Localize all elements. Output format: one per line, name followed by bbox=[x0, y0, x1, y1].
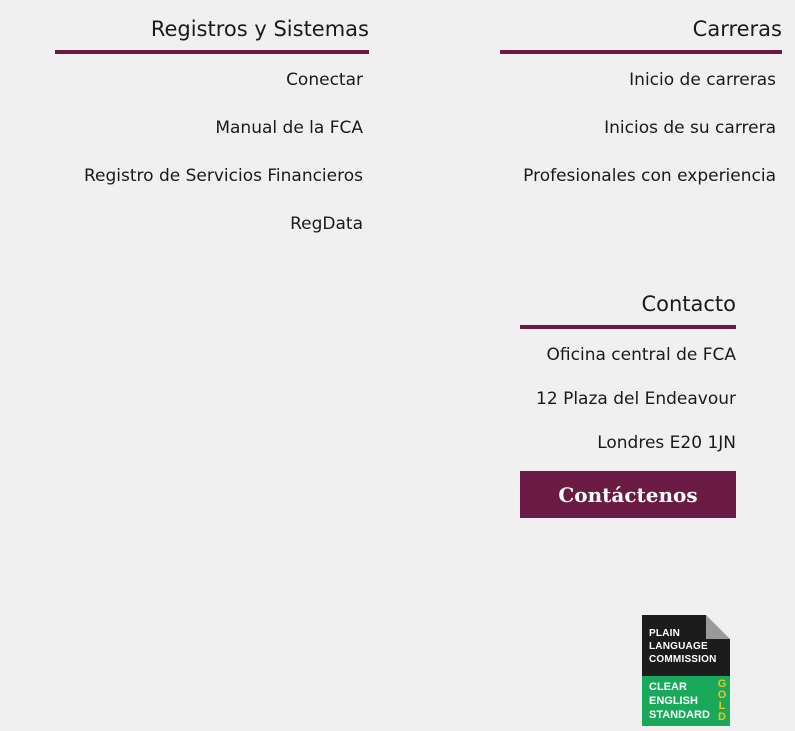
badge-line: PLAIN bbox=[649, 628, 680, 639]
list-item: Inicios de su carrera bbox=[500, 116, 776, 140]
badge-line: STANDARD bbox=[649, 709, 710, 721]
badge-bottom-text: CLEAR ENGLISH STANDARD bbox=[649, 680, 710, 722]
badge-line: ENGLISH bbox=[649, 695, 698, 707]
address-line: 12 Plaza del Endeavour bbox=[536, 389, 736, 409]
link-profesionales-experiencia[interactable]: Profesionales con experiencia bbox=[523, 166, 776, 186]
contact-address: Oficina central de FCA 12 Plaza del Ende… bbox=[520, 343, 736, 455]
carreras-link-list: Inicio de carreras Inicios de su carrera… bbox=[500, 68, 782, 188]
badge-line: LANGUAGE bbox=[649, 641, 708, 652]
list-item: Conectar bbox=[55, 68, 363, 92]
registros-link-list: Conectar Manual de la FCA Registro de Se… bbox=[55, 68, 369, 236]
badge-line: COMMISSION bbox=[649, 654, 717, 665]
address-line: Oficina central de FCA bbox=[546, 345, 736, 365]
carreras-section: Carreras Inicio de carreras Inicios de s… bbox=[500, 16, 782, 188]
contacto-section: Contacto Oficina central de FCA 12 Plaza… bbox=[520, 291, 736, 455]
footer-page: Registros y Sistemas Conectar Manual de … bbox=[0, 0, 795, 731]
link-registro-servicios-financieros[interactable]: Registro de Servicios Financieros bbox=[84, 166, 363, 186]
registros-section: Registros y Sistemas Conectar Manual de … bbox=[55, 16, 369, 236]
list-item: Inicio de carreras bbox=[500, 68, 776, 92]
link-inicios-su-carrera[interactable]: Inicios de su carrera bbox=[604, 118, 776, 138]
badge-green-panel: CLEAR ENGLISH STANDARD GOLD bbox=[642, 676, 730, 726]
link-inicio-carreras[interactable]: Inicio de carreras bbox=[629, 70, 776, 90]
link-regdata[interactable]: RegData bbox=[290, 214, 363, 234]
contacto-heading: Contacto bbox=[520, 291, 736, 329]
link-conectar[interactable]: Conectar bbox=[286, 70, 363, 90]
contact-us-button[interactable]: Contáctenos bbox=[520, 471, 736, 518]
address-line: Londres E20 1JN bbox=[597, 433, 736, 453]
list-item: Profesionales con experiencia bbox=[500, 164, 776, 188]
badge-line: CLEAR bbox=[649, 681, 687, 693]
plain-language-commission-badge[interactable]: PLAIN LANGUAGE COMMISSION CLEAR ENGLISH … bbox=[642, 615, 730, 726]
carreras-heading: Carreras bbox=[500, 16, 782, 54]
list-item: Manual de la FCA bbox=[55, 116, 363, 140]
registros-heading: Registros y Sistemas bbox=[55, 16, 369, 54]
list-item: RegData bbox=[55, 212, 363, 236]
link-manual-fca[interactable]: Manual de la FCA bbox=[215, 118, 363, 138]
badge-top-text: PLAIN LANGUAGE COMMISSION bbox=[649, 627, 717, 666]
badge-gold-letter: D bbox=[718, 711, 726, 723]
list-item: Registro de Servicios Financieros bbox=[55, 164, 363, 188]
badge-gold-label: GOLD bbox=[717, 679, 727, 723]
